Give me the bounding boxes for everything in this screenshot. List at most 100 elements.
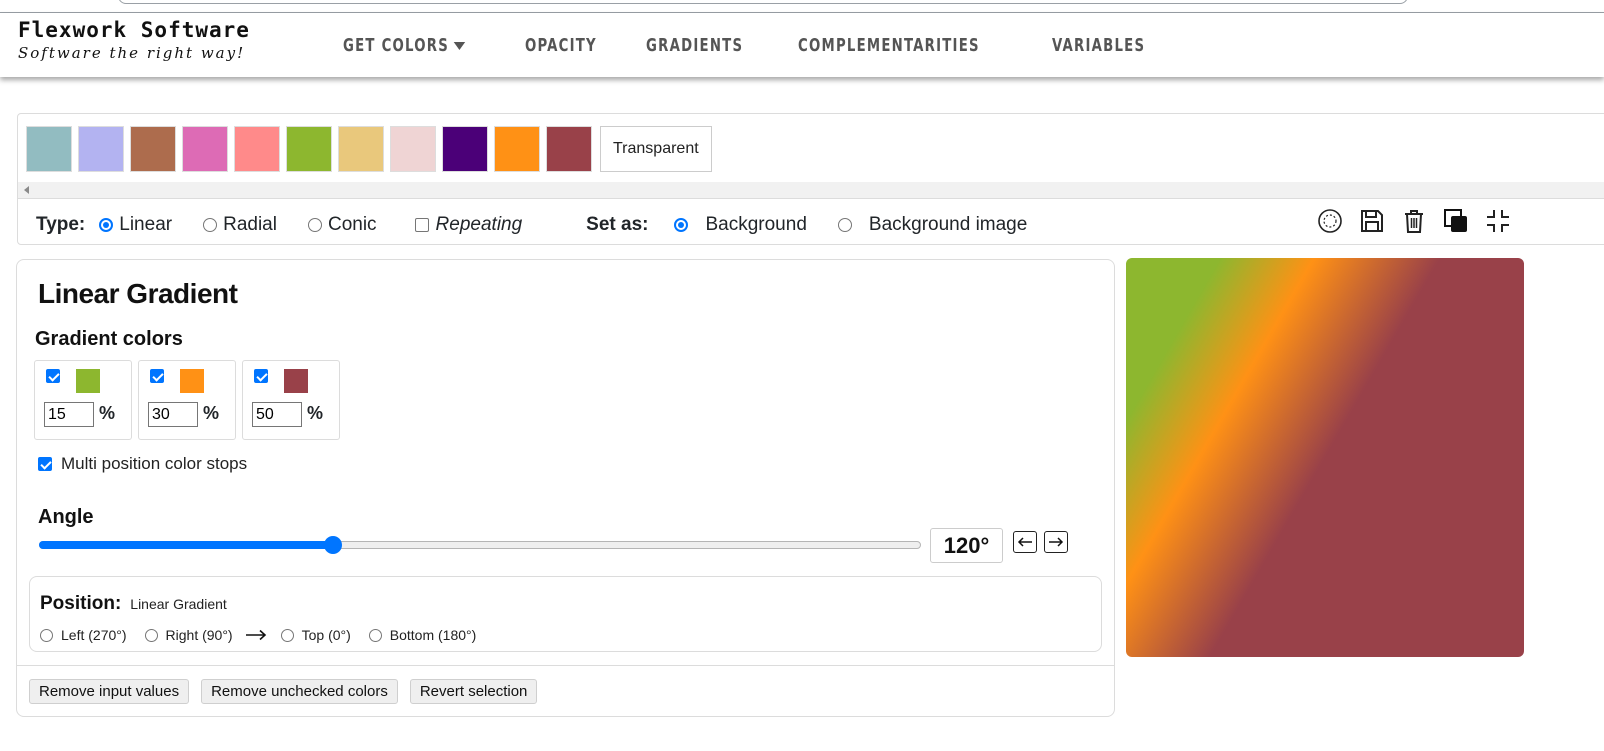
stop-3-unit: % [307, 403, 324, 423]
color-swatch[interactable] [78, 126, 124, 172]
color-swatch[interactable] [546, 126, 592, 172]
stop-2-swatch[interactable] [180, 369, 204, 393]
multi-position-option[interactable]: Multi position color stops [38, 454, 247, 474]
repeating-checkbox[interactable] [414, 218, 429, 232]
color-swatch[interactable] [494, 126, 540, 172]
position-bottom-option[interactable]: Bottom (180°) [368, 627, 477, 643]
color-swatch[interactable] [442, 126, 488, 172]
stop-1-position-input[interactable] [44, 402, 94, 427]
long-arrow-right-icon [245, 629, 267, 641]
stop-2-position-input[interactable] [148, 402, 198, 427]
angle-decrease-button[interactable] [1013, 531, 1037, 553]
color-swatch[interactable] [390, 126, 436, 172]
target-icon[interactable] [1315, 206, 1345, 236]
nav-complementarities[interactable]: COMPLEMENTARITIES [798, 35, 980, 56]
type-conic-option[interactable]: Conic [307, 214, 377, 236]
position-top-label: Top (0°) [301, 627, 351, 643]
color-stop: % [34, 360, 132, 440]
position-top-option[interactable]: Top (0°) [280, 627, 351, 643]
collapse-icon[interactable] [1483, 206, 1513, 236]
gradient-preview [1126, 258, 1524, 657]
position-options: Left (270°) Right (90°) Top (0°) Bottom … [40, 627, 494, 643]
panel-footer: Remove input values Remove unchecked col… [29, 679, 549, 704]
set-background-image-option[interactable]: Background image [837, 214, 1027, 236]
nav-opacity[interactable]: OPACITY [525, 35, 597, 56]
position-top-radio[interactable] [280, 628, 294, 642]
stop-2-checkbox[interactable] [150, 369, 164, 383]
type-conic-label: Conic [327, 214, 377, 235]
position-right-radio[interactable] [144, 628, 158, 642]
position-left-label: Left (270°) [61, 627, 127, 643]
revert-selection-button[interactable]: Revert selection [409, 679, 538, 704]
color-swatch[interactable] [26, 126, 72, 172]
remove-input-values-button[interactable]: Remove input values [29, 679, 190, 704]
color-swatch[interactable] [286, 126, 332, 172]
arrow-left-icon [1017, 537, 1032, 547]
stop-1-swatch[interactable] [76, 369, 100, 393]
angle-slider[interactable] [39, 536, 921, 554]
type-linear-option[interactable]: Linear [99, 214, 172, 236]
save-icon[interactable] [1357, 206, 1387, 236]
stop-1-checkbox[interactable] [46, 369, 60, 383]
color-stop: % [138, 360, 236, 440]
position-bottom-label: Bottom (180°) [389, 627, 477, 643]
position-sub-label: Linear Gradient [130, 596, 227, 612]
angle-slider-thumb[interactable] [324, 536, 342, 554]
caret-down-icon [453, 41, 466, 50]
scroll-left-icon[interactable] [24, 186, 29, 194]
stop-3-swatch[interactable] [284, 369, 308, 393]
position-bottom-radio[interactable] [368, 628, 382, 642]
set-background-image-radio[interactable] [837, 218, 852, 232]
color-stop: % [242, 360, 340, 440]
brand-tagline: Software the right way! [18, 44, 246, 62]
navbar: Flexwork Software Software the right way… [0, 13, 1604, 77]
type-radial-label: Radial [223, 214, 277, 235]
angle-value[interactable]: 120° [930, 528, 1003, 563]
repeating-option[interactable]: Repeating [414, 214, 523, 236]
transparent-button[interactable]: Transparent [600, 126, 712, 172]
type-linear-radio[interactable] [99, 218, 114, 232]
type-row: Type: Linear Radial Conic Repeating Set … [36, 210, 1058, 240]
browser-top-strip [0, 0, 1604, 13]
type-radial-radio[interactable] [203, 218, 218, 232]
type-conic-radio[interactable] [307, 218, 322, 232]
position-card: Position: Linear Gradient Left (270°) Ri… [29, 576, 1102, 652]
color-swatch-card: Transparent Type: Linear Radial Conic Re… [17, 113, 1604, 245]
address-bar[interactable] [118, 0, 1408, 4]
position-right-label: Right (90°) [165, 627, 233, 643]
color-swatch[interactable] [338, 126, 384, 172]
nav-gradients[interactable]: GRADIENTS [646, 35, 743, 56]
set-background-option[interactable]: Background [674, 214, 807, 236]
stop-3-checkbox[interactable] [254, 369, 268, 383]
angle-slider-fill [39, 541, 333, 549]
type-radial-option[interactable]: Radial [203, 214, 277, 236]
type-linear-label: Linear [119, 214, 173, 235]
set-background-label: Background [705, 214, 807, 235]
position-left-option[interactable]: Left (270°) [40, 627, 127, 643]
trash-icon[interactable] [1399, 206, 1429, 236]
stop-3-position-input[interactable] [252, 402, 302, 427]
color-swatch[interactable] [182, 126, 228, 172]
multi-position-label: Multi position color stops [61, 454, 248, 473]
color-swatch[interactable] [130, 126, 176, 172]
nav-variables[interactable]: VARIABLES [1052, 35, 1145, 56]
color-swatch[interactable] [234, 126, 280, 172]
brand[interactable]: Flexwork Software Software the right way… [18, 18, 250, 62]
stop-1-unit: % [99, 403, 116, 423]
panel-title: Linear Gradient [38, 278, 238, 309]
horizontal-scrollbar[interactable] [18, 182, 1604, 198]
position-left-radio[interactable] [40, 628, 53, 642]
multi-position-checkbox[interactable] [38, 457, 52, 471]
set-background-radio[interactable] [674, 218, 689, 232]
nav-get-colors[interactable]: GET COLORS [343, 35, 466, 56]
type-label: Type: [36, 214, 86, 235]
position-header: Position: Linear Gradient [40, 593, 227, 615]
position-right-option[interactable]: Right (90°) [144, 627, 233, 643]
layers-icon[interactable] [1441, 206, 1471, 236]
divider [18, 198, 1604, 199]
arrow-right-icon [1049, 537, 1064, 547]
remove-unchecked-colors-button[interactable]: Remove unchecked colors [201, 679, 398, 704]
angle-increase-button[interactable] [1044, 531, 1068, 553]
repeating-label: Repeating [435, 214, 523, 235]
toolbar [1315, 206, 1525, 236]
